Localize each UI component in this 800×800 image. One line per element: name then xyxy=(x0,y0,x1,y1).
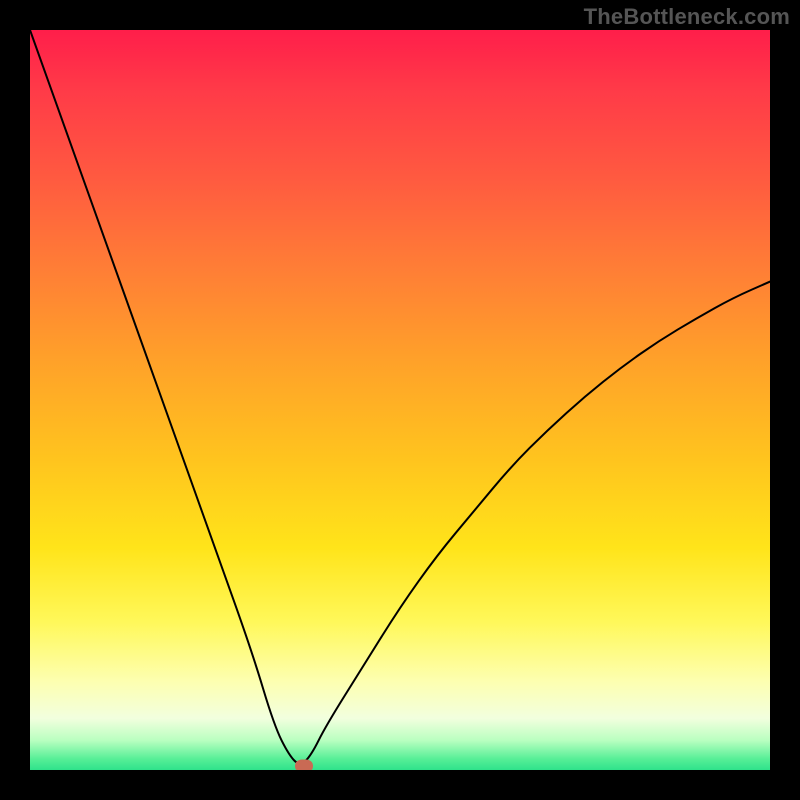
chart-frame: TheBottleneck.com xyxy=(0,0,800,800)
optimal-point-marker xyxy=(295,760,313,770)
watermark-text: TheBottleneck.com xyxy=(584,4,790,30)
curve-path xyxy=(30,30,770,764)
plot-area xyxy=(30,30,770,770)
bottleneck-curve xyxy=(30,30,770,770)
